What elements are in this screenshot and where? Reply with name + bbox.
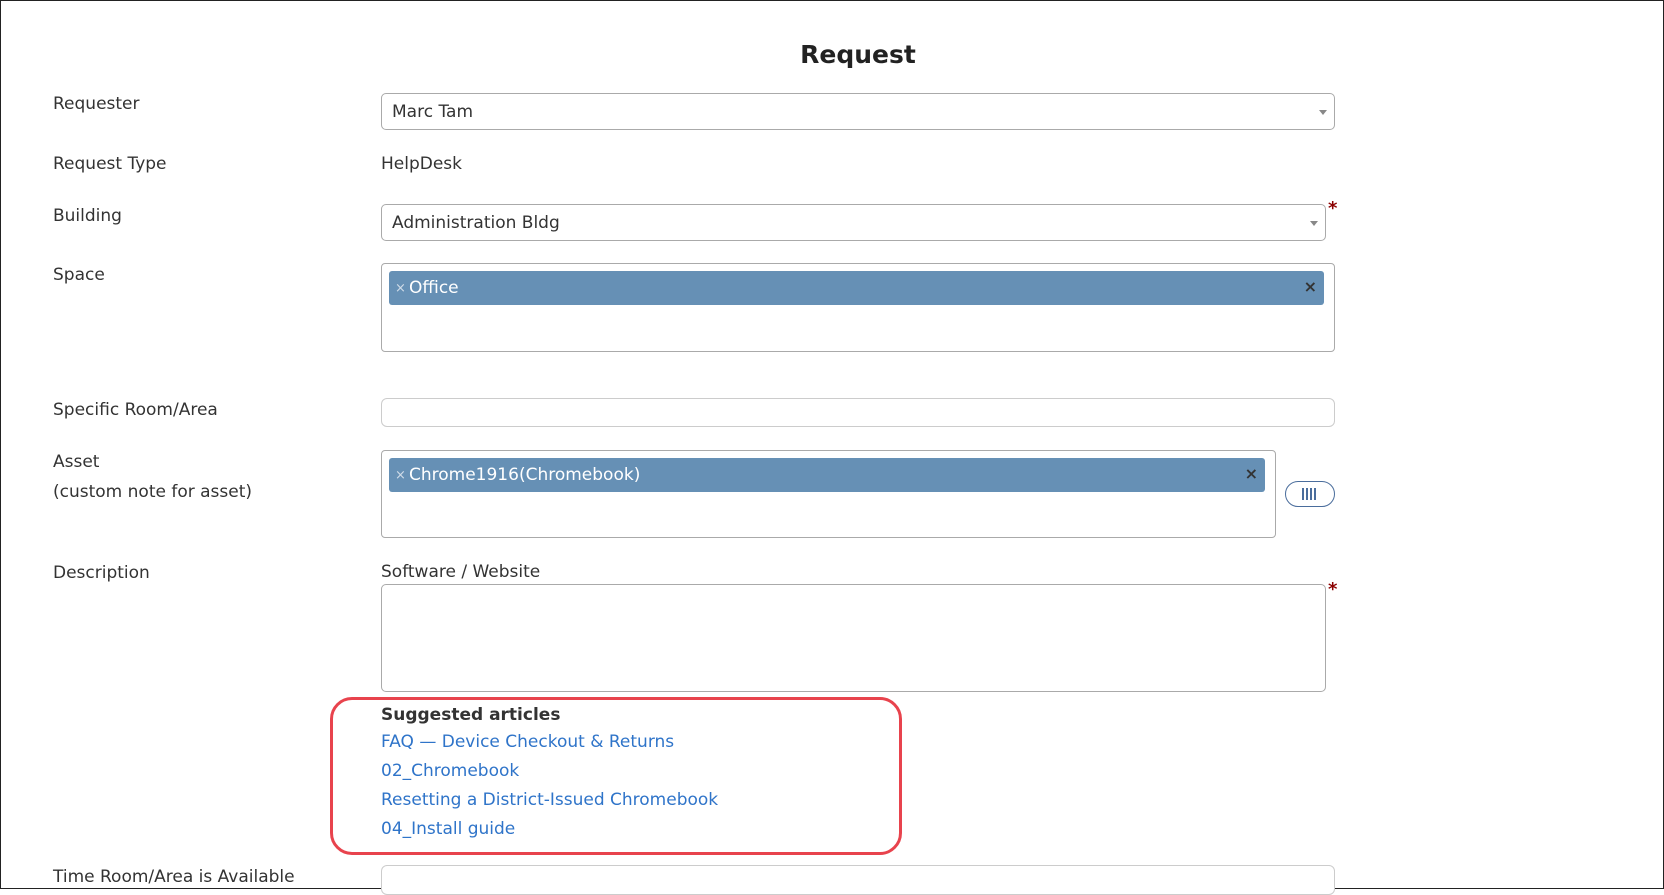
barcode-icon (1302, 488, 1318, 500)
asset-note: (custom note for asset) (53, 482, 253, 502)
request-type-label: Request Type (53, 154, 167, 174)
barcode-scan-button[interactable] (1285, 481, 1335, 507)
specific-room-label: Specific Room/Area (53, 400, 218, 420)
space-multiselect[interactable]: × Office × (381, 263, 1335, 352)
clear-icon[interactable]: × (1304, 277, 1317, 296)
request-type-value: HelpDesk (381, 154, 463, 174)
requester-value: Marc Tam (392, 102, 473, 122)
description-label: Description (53, 563, 150, 583)
space-chip-label: Office (409, 278, 459, 298)
space-chip: × Office × (389, 271, 1324, 305)
article-link[interactable]: 02_Chromebook (381, 761, 519, 781)
building-label: Building (53, 206, 122, 226)
requester-label: Requester (53, 94, 140, 114)
specific-room-input[interactable] (381, 398, 1335, 427)
suggested-articles-heading: Suggested articles (381, 705, 561, 725)
chevron-down-icon (1310, 221, 1318, 226)
chip-remove-icon[interactable]: × (395, 468, 406, 483)
building-select[interactable]: Administration Bldg (381, 204, 1326, 241)
space-label: Space (53, 265, 105, 285)
chip-remove-icon[interactable]: × (395, 281, 406, 296)
article-link[interactable]: FAQ — Device Checkout & Returns (381, 732, 674, 752)
page-title: Request (800, 40, 916, 69)
asset-multiselect[interactable]: × Chrome1916(Chromebook) × (381, 450, 1276, 538)
description-textarea[interactable] (381, 584, 1326, 692)
description-category: Software / Website (381, 562, 541, 582)
time-available-input[interactable] (381, 865, 1335, 895)
asset-chip: × Chrome1916(Chromebook) × (389, 458, 1265, 492)
time-available-label: Time Room/Area is Available (53, 867, 295, 887)
building-value: Administration Bldg (392, 213, 560, 233)
article-link[interactable]: Resetting a District-Issued Chromebook (381, 790, 718, 810)
chevron-down-icon (1319, 110, 1327, 115)
clear-icon[interactable]: × (1245, 464, 1258, 483)
description-required-mark: * (1328, 579, 1338, 600)
asset-label: Asset (53, 452, 100, 472)
building-required-mark: * (1328, 198, 1338, 219)
article-link[interactable]: 04_Install guide (381, 819, 515, 839)
asset-chip-label: Chrome1916(Chromebook) (409, 465, 641, 485)
requester-select[interactable]: Marc Tam (381, 93, 1335, 130)
